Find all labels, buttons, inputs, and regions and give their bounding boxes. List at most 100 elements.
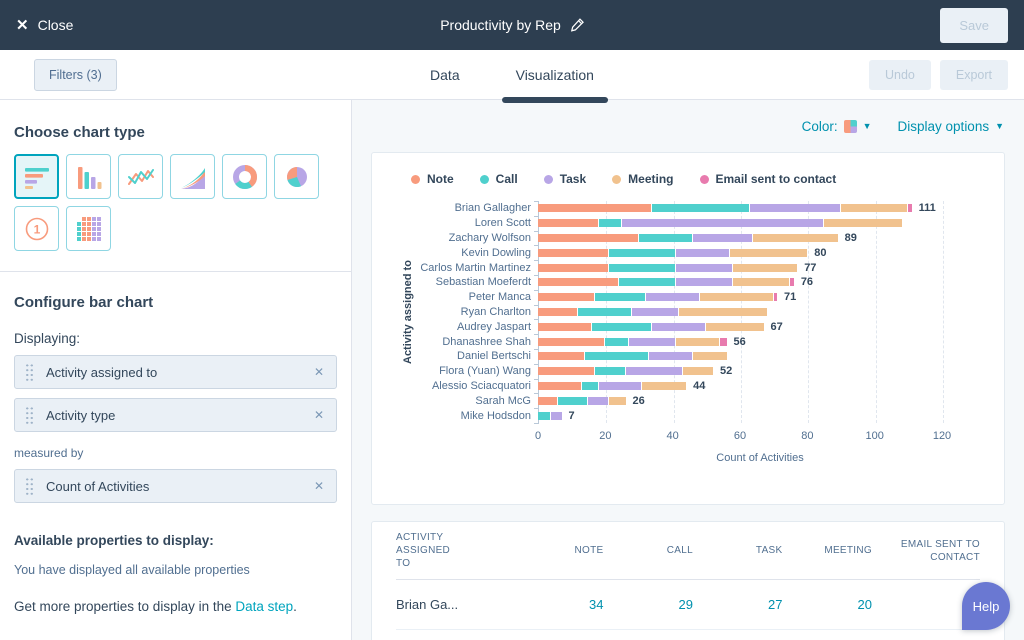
table-cell-value[interactable]: 29 (604, 597, 694, 612)
table-cell-value[interactable]: 27 (693, 597, 783, 612)
bar-segment[interactable] (720, 338, 727, 346)
bar-segment[interactable] (609, 249, 676, 257)
bar-segment[interactable] (733, 264, 797, 272)
export-button[interactable]: Export (940, 60, 1008, 90)
chart-type-line-button[interactable] (118, 154, 163, 199)
chart-type-single-value-button[interactable]: 1 (14, 206, 59, 251)
chart-type-horizontal-bar-button[interactable] (14, 154, 59, 199)
chart-type-table-button[interactable] (66, 206, 111, 251)
bar-segment[interactable] (538, 204, 652, 212)
bar-segment[interactable] (538, 412, 551, 420)
bar-segment[interactable] (538, 249, 609, 257)
legend-item[interactable]: Call (480, 172, 518, 186)
bar-segment[interactable] (609, 264, 676, 272)
table-header[interactable]: EMAIL SENT TO CONTACT (872, 538, 980, 564)
remove-field-icon[interactable]: ✕ (314, 365, 324, 379)
bar-segment[interactable] (730, 249, 807, 257)
remove-field-icon[interactable]: ✕ (314, 408, 324, 422)
bar-segment[interactable] (578, 308, 632, 316)
bar-segment[interactable] (683, 367, 713, 375)
table-cell-value[interactable]: 34 (514, 597, 604, 612)
bar-segment[interactable] (538, 352, 585, 360)
bar-segment[interactable] (595, 293, 646, 301)
bar-segment[interactable] (538, 367, 595, 375)
bar-segment[interactable] (632, 308, 679, 316)
bar-segment[interactable] (676, 249, 730, 257)
bar-segment[interactable] (588, 397, 608, 405)
bar-segment[interactable] (582, 382, 599, 390)
bar-segment[interactable] (599, 219, 623, 227)
table-cell-value[interactable]: 20 (783, 597, 873, 612)
color-dropdown[interactable]: Color: ▼ (802, 119, 872, 134)
bar-segment[interactable] (676, 278, 733, 286)
bar-segment[interactable] (629, 338, 676, 346)
bar-segment[interactable] (538, 278, 619, 286)
bar-segment[interactable] (538, 338, 605, 346)
drag-handle-icon[interactable] (25, 477, 34, 496)
bar-segment[interactable] (706, 323, 763, 331)
bar-segment[interactable] (538, 323, 592, 331)
bar-segment[interactable] (824, 219, 901, 227)
bar-segment[interactable] (733, 278, 790, 286)
bar-segment[interactable] (622, 219, 824, 227)
bar-segment[interactable] (538, 219, 599, 227)
bar-segment[interactable] (599, 382, 643, 390)
save-button[interactable]: Save (940, 8, 1008, 43)
bar-segment[interactable] (790, 278, 793, 286)
bar-segment[interactable] (551, 412, 561, 420)
displaying-field[interactable]: Activity assigned to ✕ (14, 355, 337, 389)
undo-button[interactable]: Undo (869, 60, 931, 90)
displaying-field[interactable]: Activity type ✕ (14, 398, 337, 432)
bar-segment[interactable] (558, 397, 588, 405)
table-header[interactable]: CALL (604, 544, 694, 557)
bar-segment[interactable] (538, 234, 639, 242)
bar-segment[interactable] (753, 234, 837, 242)
bar-segment[interactable] (679, 308, 767, 316)
bar-segment[interactable] (649, 352, 693, 360)
table-header[interactable]: NOTE (514, 544, 604, 557)
bar-segment[interactable] (626, 367, 683, 375)
bar-segment[interactable] (585, 352, 649, 360)
drag-handle-icon[interactable] (25, 406, 34, 425)
bar-segment[interactable] (642, 382, 686, 390)
table-header[interactable]: TASK (693, 544, 783, 557)
bar-segment[interactable] (646, 293, 700, 301)
remove-field-icon[interactable]: ✕ (314, 479, 324, 493)
tab-visualization[interactable]: Visualization (502, 50, 608, 100)
edit-pencil-icon[interactable] (570, 18, 584, 32)
legend-item[interactable]: Email sent to contact (700, 172, 837, 186)
chart-type-donut-button[interactable] (222, 154, 267, 199)
bar-segment[interactable] (639, 234, 693, 242)
bar-segment[interactable] (908, 204, 911, 212)
table-header[interactable]: ACTIVITY ASSIGNED TO (396, 531, 514, 570)
bar-segment[interactable] (619, 278, 676, 286)
drag-handle-icon[interactable] (25, 363, 34, 382)
measure-field[interactable]: Count of Activities ✕ (14, 469, 337, 503)
bar-segment[interactable] (592, 323, 653, 331)
bar-segment[interactable] (538, 382, 582, 390)
bar-segment[interactable] (693, 352, 727, 360)
chart-type-area-button[interactable] (170, 154, 215, 199)
legend-item[interactable]: Task (544, 172, 586, 186)
close-button[interactable]: ✕ Close (16, 17, 73, 33)
bar-segment[interactable] (841, 204, 908, 212)
bar-segment[interactable] (609, 397, 626, 405)
bar-segment[interactable] (774, 293, 777, 301)
bar-segment[interactable] (700, 293, 774, 301)
chart-type-pie-button[interactable] (274, 154, 319, 199)
data-step-link[interactable]: Data step (235, 599, 293, 614)
bar-segment[interactable] (676, 338, 720, 346)
help-button[interactable]: Help (962, 582, 1010, 630)
bar-segment[interactable] (595, 367, 625, 375)
bar-segment[interactable] (652, 204, 750, 212)
bar-segment[interactable] (605, 338, 629, 346)
filters-button[interactable]: Filters (3) (34, 59, 117, 91)
legend-item[interactable]: Note (411, 172, 454, 186)
tab-data[interactable]: Data (416, 50, 474, 100)
bar-segment[interactable] (538, 308, 578, 316)
bar-segment[interactable] (538, 264, 609, 272)
chart-type-column-button[interactable] (66, 154, 111, 199)
legend-item[interactable]: Meeting (612, 172, 673, 186)
bar-segment[interactable] (750, 204, 841, 212)
table-header[interactable]: MEETING (783, 544, 873, 557)
